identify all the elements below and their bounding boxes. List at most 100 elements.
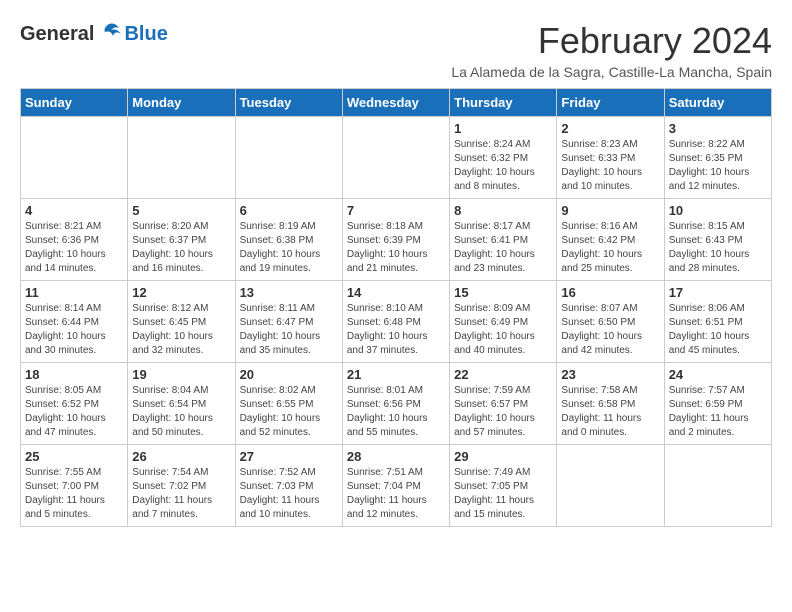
col-monday: Monday [128, 89, 235, 117]
day-number: 12 [132, 285, 230, 300]
day-number: 16 [561, 285, 659, 300]
col-thursday: Thursday [450, 89, 557, 117]
logo-bird-icon [95, 20, 123, 48]
table-row: 29 Sunrise: 7:49 AM Sunset: 7:05 PM Dayli… [450, 445, 557, 527]
location-title: La Alameda de la Sagra, Castille-La Manc… [451, 64, 772, 80]
day-info: Sunrise: 8:21 AM Sunset: 6:36 PM Dayligh… [25, 220, 123, 276]
day-number: 19 [132, 367, 230, 382]
title-section: February 2024 La Alameda de la Sagra, Ca… [451, 20, 772, 80]
table-row: 8Sunrise: 8:17 AM Sunset: 6:41 PM Daylig… [450, 199, 557, 281]
day-info: Sunrise: 7:49 AM Sunset: 7:05 PM Dayligh… [454, 466, 552, 522]
day-info: Sunrise: 8:24 AM Sunset: 6:32 PM Dayligh… [454, 138, 552, 194]
table-row: 10 Sunrise: 8:15 AM Sunset: 6:43 PM Dayli… [664, 199, 771, 281]
calendar-week-row: 25 Sunrise: 7:55 AM Sunset: 7:00 PM Dayli… [21, 445, 772, 527]
day-info: Sunrise: 8:15 AM Sunset: 6:43 PM Dayligh… [669, 220, 767, 276]
day-number: 6 [240, 203, 338, 218]
table-row: 25 Sunrise: 7:55 AM Sunset: 7:00 PM Dayli… [21, 445, 128, 527]
table-row: 1 Sunrise: 8:24 AM Sunset: 6:32 PM Daylig… [450, 117, 557, 199]
calendar-week-row: 11Sunrise: 8:14 AM Sunset: 6:44 PM Dayli… [21, 281, 772, 363]
logo-general: General [20, 23, 94, 46]
day-info: Sunrise: 7:55 AM Sunset: 7:00 PM Dayligh… [25, 466, 123, 522]
day-info: Sunrise: 8:18 AM Sunset: 6:39 PM Dayligh… [347, 220, 445, 276]
day-info: Sunrise: 7:57 AM Sunset: 6:59 PM Dayligh… [669, 384, 767, 440]
table-row: 6Sunrise: 8:19 AM Sunset: 6:38 PM Daylig… [235, 199, 342, 281]
calendar-header-row: Sunday Monday Tuesday Wednesday Thursday… [21, 89, 772, 117]
table-row: 17Sunrise: 8:06 AM Sunset: 6:51 PM Dayli… [664, 281, 771, 363]
table-row: 14 Sunrise: 8:10 AM Sunset: 6:48 PM Dayli… [342, 281, 449, 363]
day-info: Sunrise: 7:59 AM Sunset: 6:57 PM Dayligh… [454, 384, 552, 440]
day-info: Sunrise: 8:23 AM Sunset: 6:33 PM Dayligh… [561, 138, 659, 194]
calendar-week-row: 4 Sunrise: 8:21 AM Sunset: 6:36 PM Daylig… [21, 199, 772, 281]
table-row: 18 Sunrise: 8:05 AM Sunset: 6:52 PM Dayli… [21, 363, 128, 445]
day-number: 27 [240, 449, 338, 464]
table-row: 22 Sunrise: 7:59 AM Sunset: 6:57 PM Dayli… [450, 363, 557, 445]
day-number: 22 [454, 367, 552, 382]
calendar-week-row: 1 Sunrise: 8:24 AM Sunset: 6:32 PM Daylig… [21, 117, 772, 199]
table-row: 5Sunrise: 8:20 AM Sunset: 6:37 PM Daylig… [128, 199, 235, 281]
table-row: 13 Sunrise: 8:11 AM Sunset: 6:47 PM Dayli… [235, 281, 342, 363]
day-info: Sunrise: 8:11 AM Sunset: 6:47 PM Dayligh… [240, 302, 338, 358]
day-info: Sunrise: 8:04 AM Sunset: 6:54 PM Dayligh… [132, 384, 230, 440]
table-row: 20 Sunrise: 8:02 AM Sunset: 6:55 PM Dayli… [235, 363, 342, 445]
day-number: 15 [454, 285, 552, 300]
table-row: 26 Sunrise: 7:54 AM Sunset: 7:02 PM Dayli… [128, 445, 235, 527]
day-info: Sunrise: 7:51 AM Sunset: 7:04 PM Dayligh… [347, 466, 445, 522]
table-row [21, 117, 128, 199]
day-info: Sunrise: 8:05 AM Sunset: 6:52 PM Dayligh… [25, 384, 123, 440]
day-info: Sunrise: 7:52 AM Sunset: 7:03 PM Dayligh… [240, 466, 338, 522]
day-info: Sunrise: 8:20 AM Sunset: 6:37 PM Dayligh… [132, 220, 230, 276]
col-sunday: Sunday [21, 89, 128, 117]
day-number: 29 [454, 449, 552, 464]
table-row: 24 Sunrise: 7:57 AM Sunset: 6:59 PM Dayli… [664, 363, 771, 445]
day-number: 13 [240, 285, 338, 300]
day-number: 20 [240, 367, 338, 382]
table-row [342, 117, 449, 199]
table-row: 16Sunrise: 8:07 AM Sunset: 6:50 PM Dayli… [557, 281, 664, 363]
calendar-week-row: 18 Sunrise: 8:05 AM Sunset: 6:52 PM Dayli… [21, 363, 772, 445]
day-number: 24 [669, 367, 767, 382]
day-number: 2 [561, 121, 659, 136]
day-number: 28 [347, 449, 445, 464]
day-number: 7 [347, 203, 445, 218]
day-info: Sunrise: 8:10 AM Sunset: 6:48 PM Dayligh… [347, 302, 445, 358]
day-number: 26 [132, 449, 230, 464]
logo: General Blue [20, 20, 168, 48]
day-number: 8 [454, 203, 552, 218]
day-number: 14 [347, 285, 445, 300]
logo-blue: Blue [124, 23, 167, 46]
day-number: 18 [25, 367, 123, 382]
col-friday: Friday [557, 89, 664, 117]
col-tuesday: Tuesday [235, 89, 342, 117]
day-number: 25 [25, 449, 123, 464]
day-info: Sunrise: 8:06 AM Sunset: 6:51 PM Dayligh… [669, 302, 767, 358]
day-info: Sunrise: 8:12 AM Sunset: 6:45 PM Dayligh… [132, 302, 230, 358]
table-row: 9Sunrise: 8:16 AM Sunset: 6:42 PM Daylig… [557, 199, 664, 281]
table-row: 2 Sunrise: 8:23 AM Sunset: 6:33 PM Daylig… [557, 117, 664, 199]
table-row: 27 Sunrise: 7:52 AM Sunset: 7:03 PM Dayli… [235, 445, 342, 527]
day-info: Sunrise: 7:54 AM Sunset: 7:02 PM Dayligh… [132, 466, 230, 522]
day-info: Sunrise: 8:14 AM Sunset: 6:44 PM Dayligh… [25, 302, 123, 358]
table-row: 21 Sunrise: 8:01 AM Sunset: 6:56 PM Dayli… [342, 363, 449, 445]
table-row [235, 117, 342, 199]
table-row: 11Sunrise: 8:14 AM Sunset: 6:44 PM Dayli… [21, 281, 128, 363]
table-row: 28 Sunrise: 7:51 AM Sunset: 7:04 PM Dayli… [342, 445, 449, 527]
table-row: 12 Sunrise: 8:12 AM Sunset: 6:45 PM Dayli… [128, 281, 235, 363]
day-number: 10 [669, 203, 767, 218]
table-row: 3Sunrise: 8:22 AM Sunset: 6:35 PM Daylig… [664, 117, 771, 199]
table-row: 15 Sunrise: 8:09 AM Sunset: 6:49 PM Dayli… [450, 281, 557, 363]
month-title: February 2024 [451, 20, 772, 62]
day-number: 21 [347, 367, 445, 382]
col-saturday: Saturday [664, 89, 771, 117]
calendar-table: Sunday Monday Tuesday Wednesday Thursday… [20, 88, 772, 527]
day-info: Sunrise: 8:02 AM Sunset: 6:55 PM Dayligh… [240, 384, 338, 440]
day-number: 9 [561, 203, 659, 218]
day-number: 4 [25, 203, 123, 218]
table-row: 23Sunrise: 7:58 AM Sunset: 6:58 PM Dayli… [557, 363, 664, 445]
day-number: 3 [669, 121, 767, 136]
col-wednesday: Wednesday [342, 89, 449, 117]
table-row: 4 Sunrise: 8:21 AM Sunset: 6:36 PM Daylig… [21, 199, 128, 281]
day-info: Sunrise: 8:09 AM Sunset: 6:49 PM Dayligh… [454, 302, 552, 358]
day-number: 1 [454, 121, 552, 136]
day-info: Sunrise: 8:01 AM Sunset: 6:56 PM Dayligh… [347, 384, 445, 440]
table-row: 7 Sunrise: 8:18 AM Sunset: 6:39 PM Daylig… [342, 199, 449, 281]
